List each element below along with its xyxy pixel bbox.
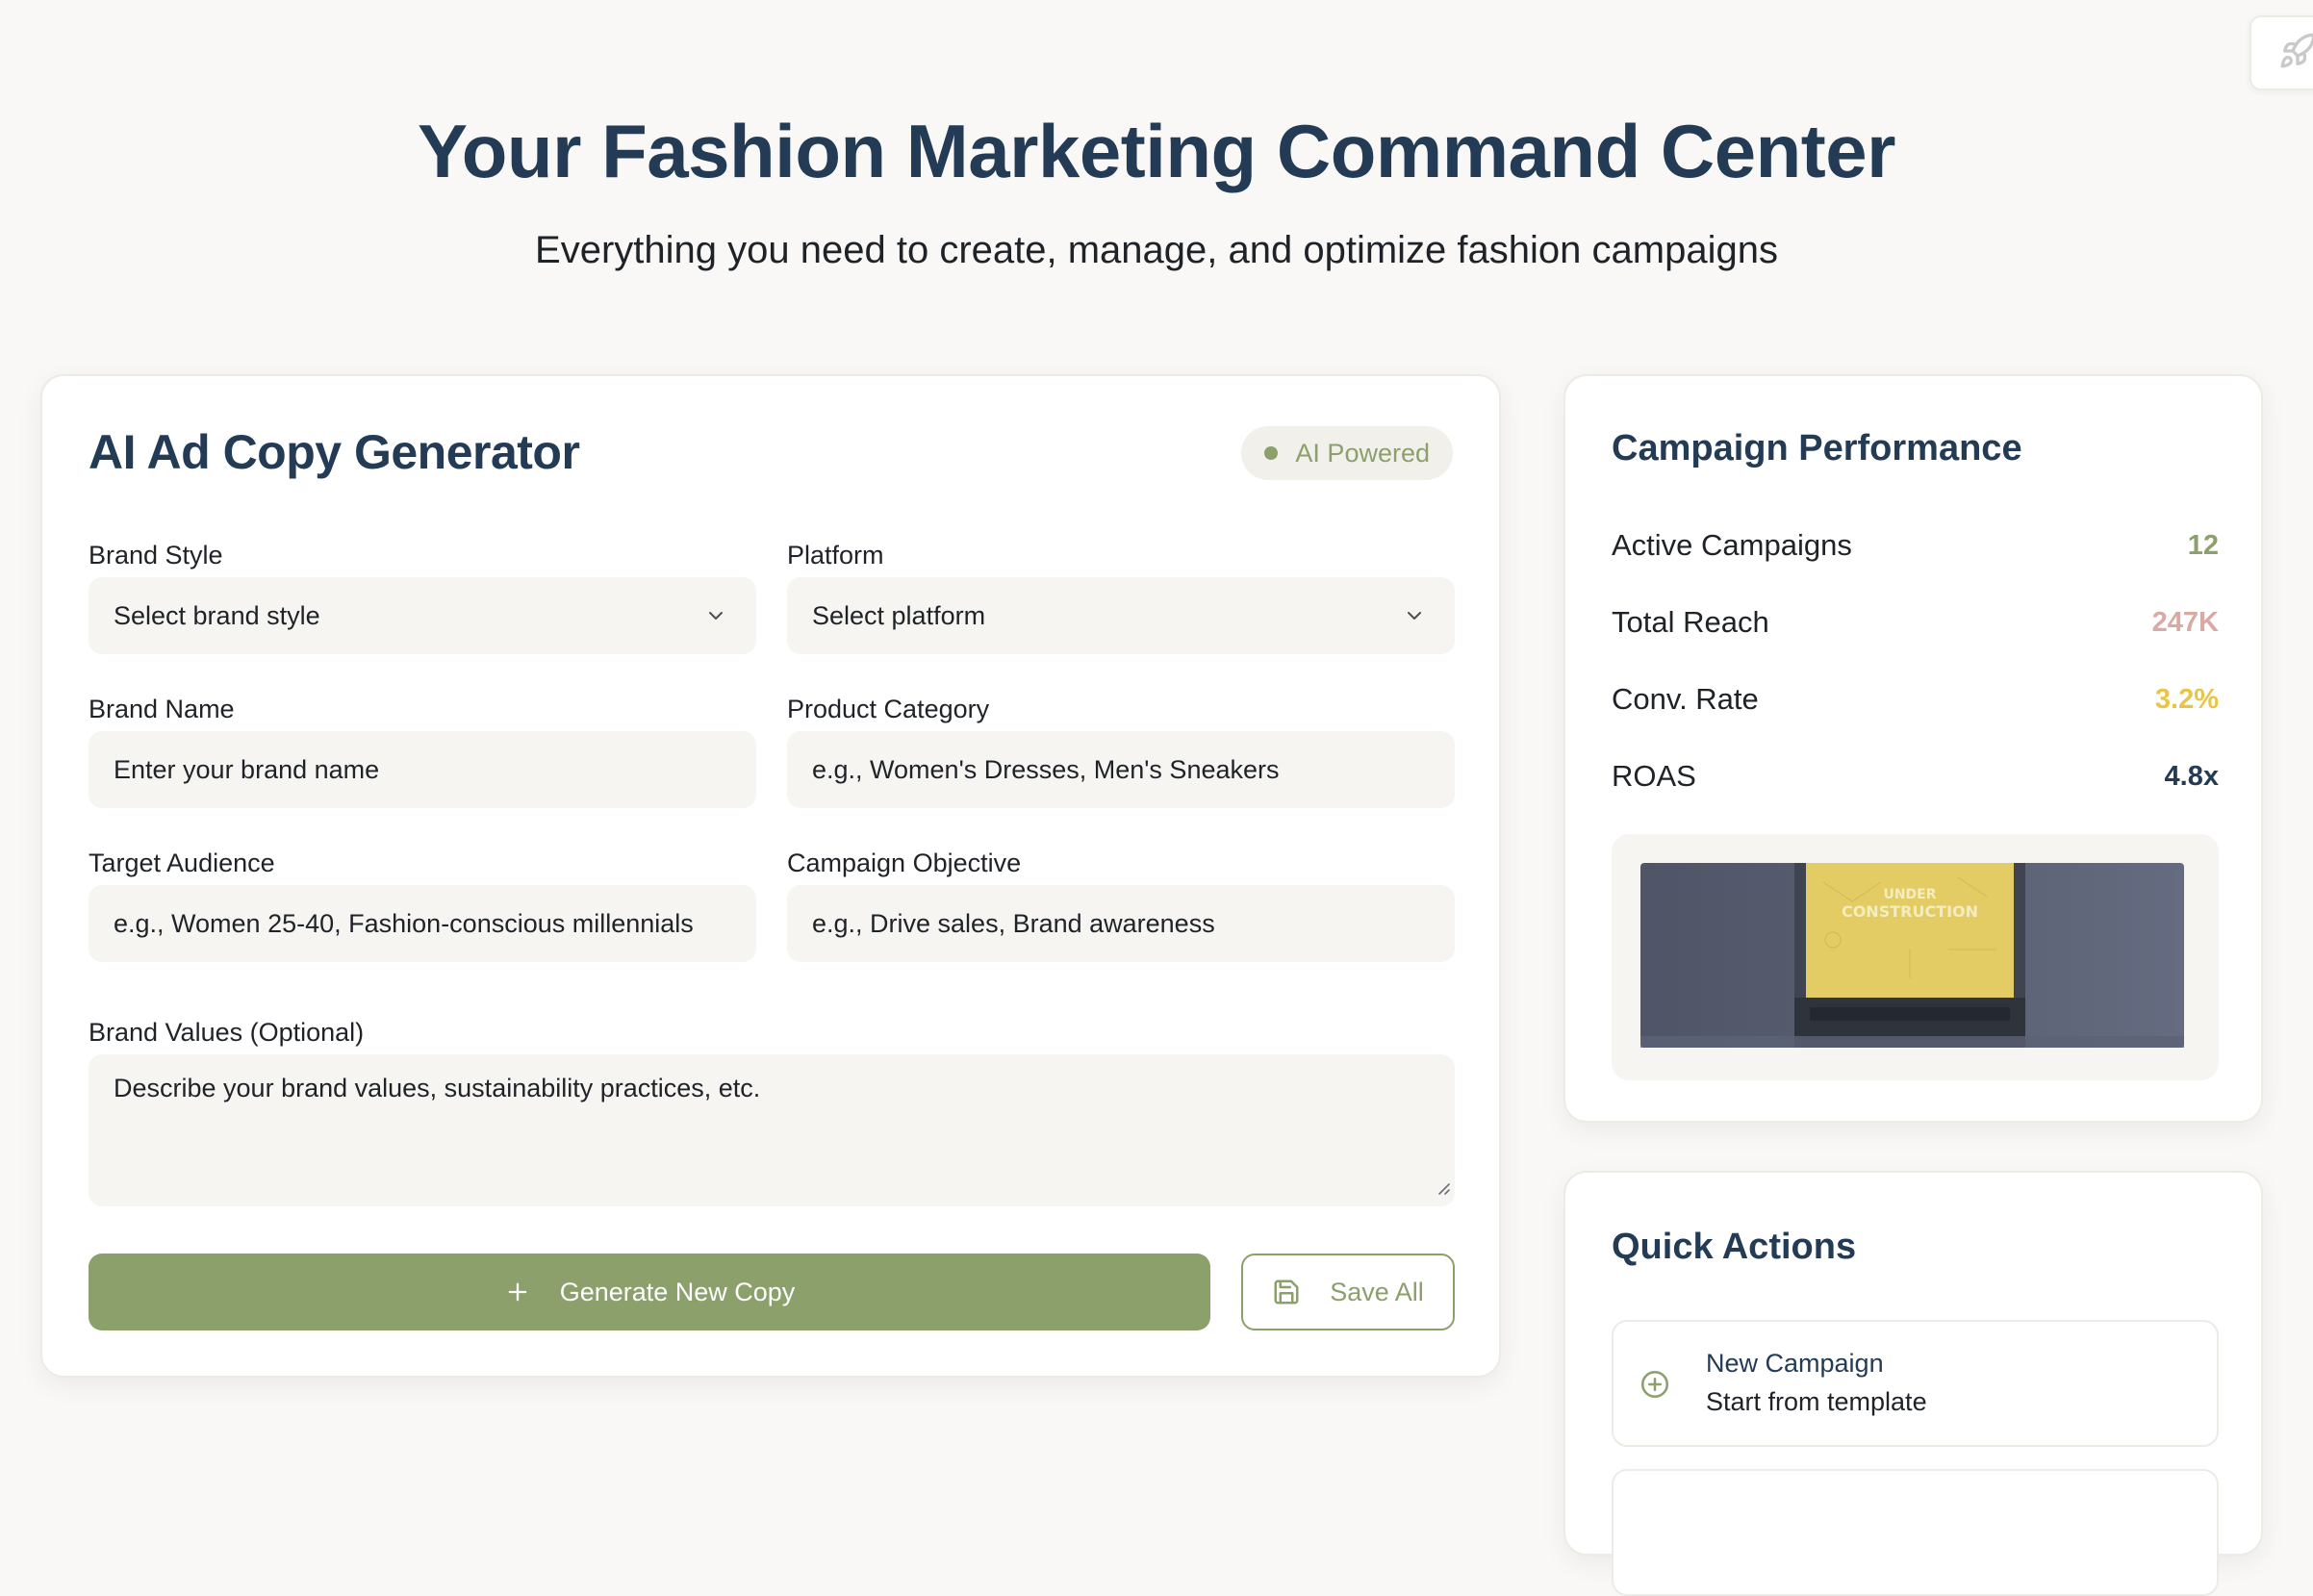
brand-values-textarea[interactable]: Describe your brand values, sustainabili… — [89, 1054, 1455, 1206]
image-text-under: UNDER — [1883, 887, 1936, 902]
brand-name-placeholder: Enter your brand name — [114, 754, 380, 784]
stat-value: 247K — [2151, 606, 2219, 638]
stat-label: Total Reach — [1612, 605, 1769, 639]
stat-label: ROAS — [1612, 759, 1696, 793]
stat-row-active-campaigns: Active Campaigns 12 — [1612, 526, 2219, 565]
product-category-label: Product Category — [787, 695, 990, 723]
quick-actions-card: Quick Actions New Campaign Start from te… — [1563, 1171, 2263, 1596]
page-subtitle: Everything you need to create, manage, a… — [535, 229, 1778, 271]
brand-values-placeholder: Describe your brand values, sustainabili… — [114, 1074, 761, 1102]
brand-values-label: Brand Values (Optional) — [89, 1018, 365, 1047]
rocket-icon — [2278, 32, 2313, 75]
save-all-label: Save All — [1330, 1277, 1424, 1306]
launch-button[interactable] — [2249, 15, 2313, 90]
plus-icon — [504, 1279, 531, 1305]
stat-row-total-reach: Total Reach 247K — [1612, 603, 2219, 642]
stat-value: 12 — [2187, 529, 2219, 561]
brand-style-select[interactable]: Select brand style — [89, 577, 756, 654]
save-all-button[interactable]: Save All — [1241, 1254, 1455, 1330]
brand-style-label: Brand Style — [89, 541, 223, 570]
chevron-down-icon — [704, 604, 727, 634]
generator-title: AI Ad Copy Generator — [89, 425, 580, 479]
resize-handle-icon[interactable] — [1434, 1173, 1451, 1203]
image-text-construction: CONSTRUCTION — [1842, 902, 1978, 921]
under-construction-image-frame: UNDER CONSTRUCTION — [1612, 834, 2219, 1080]
badge-label: AI Powered — [1295, 438, 1430, 468]
product-category-placeholder: e.g., Women's Dresses, Men's Sneakers — [812, 754, 1280, 784]
campaign-objective-input[interactable]: e.g., Drive sales, Brand awareness — [787, 885, 1455, 962]
target-audience-label: Target Audience — [89, 849, 275, 877]
brand-name-input[interactable]: Enter your brand name — [89, 731, 756, 808]
quick-action-name: New Campaign — [1706, 1349, 1884, 1378]
platform-label: Platform — [787, 541, 884, 570]
brand-name-label: Brand Name — [89, 695, 235, 723]
product-category-input[interactable]: e.g., Women's Dresses, Men's Sneakers — [787, 731, 1455, 808]
stat-label: Active Campaigns — [1612, 528, 1852, 562]
stat-label: Conv. Rate — [1612, 682, 1759, 716]
platform-select[interactable]: Select platform — [787, 577, 1455, 654]
brand-style-value: Select brand style — [114, 600, 320, 630]
chevron-down-icon — [1403, 604, 1426, 634]
save-icon — [1272, 1278, 1301, 1306]
quick-action-desc: Start from template — [1706, 1387, 1927, 1416]
campaign-objective-label: Campaign Objective — [787, 849, 1022, 877]
platform-value: Select platform — [812, 600, 986, 630]
generate-copy-label: Generate New Copy — [559, 1277, 796, 1306]
page-title: Your Fashion Marketing Command Center — [418, 109, 1895, 193]
quick-actions-title: Quick Actions — [1612, 1227, 1857, 1267]
stat-value: 3.2% — [2154, 683, 2219, 715]
ai-powered-badge: AI Powered — [1241, 426, 1453, 480]
target-audience-placeholder: e.g., Women 25-40, Fashion-conscious mil… — [114, 908, 694, 938]
target-audience-input[interactable]: e.g., Women 25-40, Fashion-conscious mil… — [89, 885, 756, 962]
generate-copy-button[interactable]: Generate New Copy — [89, 1254, 1210, 1330]
stat-row-conv-rate: Conv. Rate 3.2% — [1612, 680, 2219, 719]
under-construction-image: UNDER CONSTRUCTION — [1640, 863, 2184, 1048]
status-dot-icon — [1264, 446, 1279, 460]
stat-row-roas: ROAS 4.8x — [1612, 757, 2219, 796]
plus-circle-icon — [1639, 1368, 1671, 1406]
quick-action-new-campaign[interactable]: New Campaign Start from template — [1612, 1320, 2219, 1447]
campaign-objective-placeholder: e.g., Drive sales, Brand awareness — [812, 908, 1215, 938]
quick-action-item[interactable] — [1612, 1469, 2219, 1596]
campaign-performance-card: Campaign Performance Active Campaigns 12… — [1563, 374, 2263, 1123]
performance-title: Campaign Performance — [1612, 428, 2022, 469]
ad-copy-generator-card: AI Ad Copy Generator AI Powered Brand St… — [40, 374, 1501, 1378]
stat-value: 4.8x — [2164, 760, 2219, 792]
